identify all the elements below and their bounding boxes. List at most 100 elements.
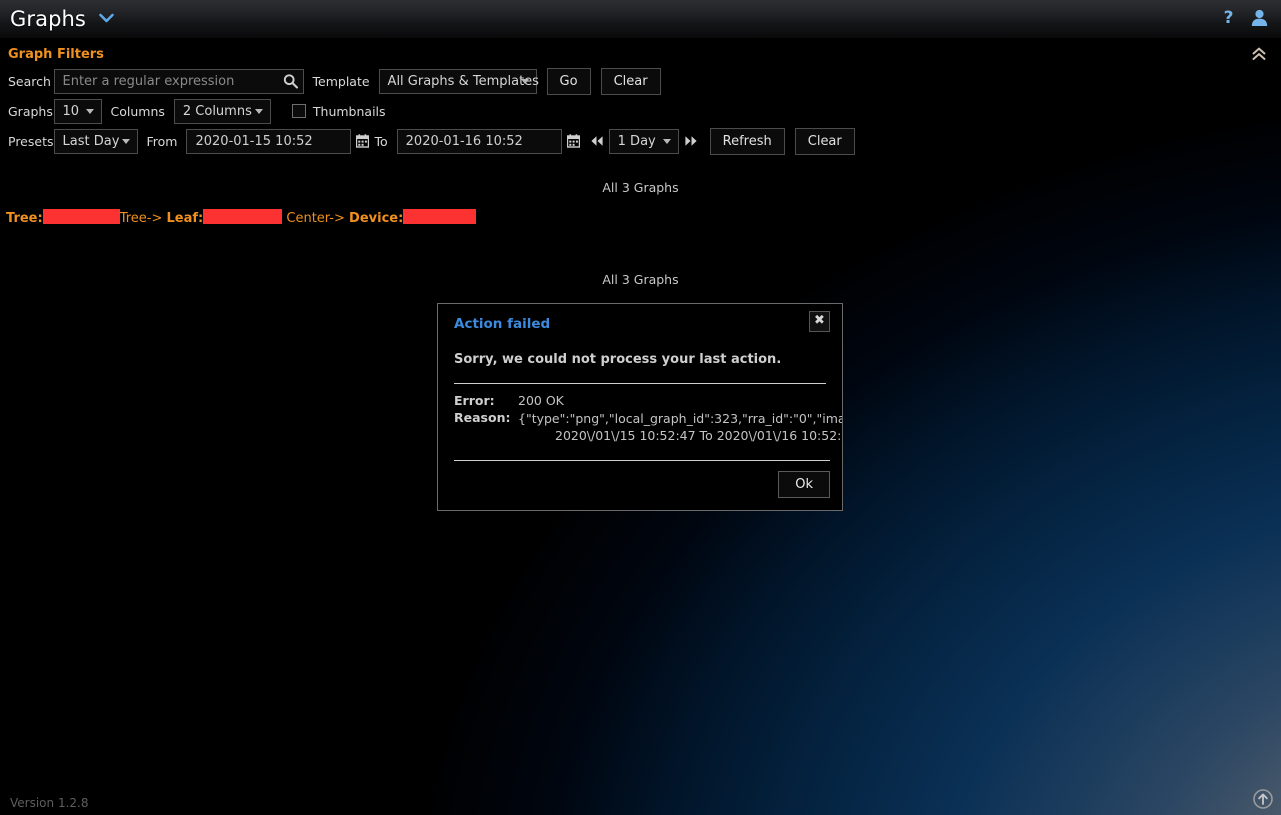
double-arrow-left-icon[interactable] bbox=[590, 135, 604, 147]
calendar-glyph bbox=[356, 134, 370, 148]
arrow-up-circle-icon[interactable] bbox=[1253, 789, 1273, 809]
reason-label: Reason: bbox=[454, 410, 511, 425]
graphs-count-value: 10 bbox=[62, 103, 80, 119]
graphs-count-select[interactable]: 10 bbox=[53, 98, 102, 124]
question-mark-icon[interactable]: ? bbox=[1221, 8, 1236, 31]
graphs-label: Graphs bbox=[8, 103, 53, 119]
dialog-divider-top bbox=[454, 383, 826, 384]
chevron-down-icon[interactable] bbox=[99, 12, 114, 26]
presets-label: Presets bbox=[8, 133, 54, 149]
reason-value: {"type":"png","local_graph_id":323,"rra_… bbox=[518, 410, 842, 446]
filter-controls-table: Search Template bbox=[8, 66, 855, 156]
error-label: Error: bbox=[454, 393, 495, 408]
breadcrumb-tree-value-redacted bbox=[42, 209, 120, 224]
graph-content-area: All 3 Graphs Tree: Tree-> Leaf: Center-> … bbox=[0, 176, 1281, 291]
chevron-down-icon bbox=[254, 109, 263, 114]
calendar-icon[interactable] bbox=[356, 134, 370, 148]
question-mark-glyph: ? bbox=[1224, 8, 1234, 28]
template-select[interactable]: All Graphs & Templates bbox=[378, 68, 539, 94]
version-label: Version 1.2.8 bbox=[10, 796, 89, 810]
reason-line-2: 2020\/01\/15 10:52:47 To 2020\/01\/16 10… bbox=[555, 428, 842, 443]
chevron-down-glyph bbox=[99, 13, 114, 23]
dialog-footer: Ok bbox=[454, 460, 830, 510]
columns-select-value: 2 Columns bbox=[182, 103, 252, 119]
filter-row-graphs: Graphs 10 Columns 2 Columns Thumbnails bbox=[8, 96, 855, 126]
search-cell: Template All Graphs & Templates Go Clear bbox=[53, 66, 855, 96]
breadcrumb-leaf-value-redacted bbox=[203, 209, 283, 224]
page-title: Graphs bbox=[10, 6, 86, 31]
close-x-icon[interactable]: ✖ bbox=[809, 311, 830, 332]
search-icon[interactable] bbox=[283, 74, 298, 89]
search-glyph bbox=[283, 74, 298, 89]
breadcrumb-leaf-arrow: Center-> bbox=[286, 211, 345, 226]
user-profile-glyph bbox=[1251, 9, 1268, 26]
from-label: From bbox=[146, 133, 178, 149]
user-profile-icon[interactable] bbox=[1250, 8, 1269, 31]
chevron-down-icon bbox=[85, 109, 94, 114]
double-chevron-up-icon[interactable] bbox=[1251, 47, 1267, 61]
breadcrumb-device-label: Device: bbox=[349, 211, 404, 226]
template-label: Template bbox=[312, 73, 370, 89]
double-chevron-up-glyph bbox=[1252, 47, 1266, 60]
presets-select-value: Last Day bbox=[62, 133, 120, 149]
navbar-actions: ? bbox=[1221, 8, 1281, 31]
ok-button[interactable]: Ok bbox=[778, 471, 830, 498]
presets-select[interactable]: Last Day bbox=[53, 128, 138, 154]
all-graphs-heading-top: All 3 Graphs bbox=[602, 180, 679, 195]
search-input-wrapper bbox=[53, 68, 304, 94]
search-input[interactable] bbox=[53, 68, 304, 94]
thumbnails-checkbox-box bbox=[291, 104, 306, 118]
search-row: Template All Graphs & Templates Go Clear bbox=[53, 67, 855, 95]
chevron-down-icon bbox=[662, 139, 671, 144]
svg-text:?: ? bbox=[1224, 8, 1234, 27]
interval-select[interactable]: 1 Day bbox=[608, 128, 679, 154]
graph-filters-title: Graph Filters bbox=[8, 46, 104, 62]
calendar-icon[interactable] bbox=[566, 134, 580, 148]
error-detail-table: Error: 200 OK Reason: {"type":"png","loc… bbox=[454, 393, 842, 446]
graph-filters-header: Graph Filters bbox=[0, 38, 1281, 66]
thumbnails-checkbox[interactable]: Thumbnails bbox=[291, 103, 386, 119]
top-navbar: Graphs ? bbox=[0, 0, 1281, 38]
search-label: Search bbox=[8, 73, 51, 89]
graph-filters-panel: Graph Filters Search Enter a regular exp… bbox=[0, 38, 1281, 156]
template-select-value: All Graphs & Templates bbox=[387, 73, 539, 89]
breadcrumb-tree-label: Tree: bbox=[6, 211, 43, 226]
go-button[interactable]: Go bbox=[546, 67, 591, 95]
breadcrumb: Tree: Tree-> Leaf: Center-> Device: bbox=[0, 199, 1281, 234]
dialog-body: Sorry, we could not process your last ac… bbox=[438, 344, 842, 460]
presets-cell: Last Day From 2020-01-15 10:52 To 2020-0… bbox=[53, 126, 855, 156]
double-arrow-right-glyph bbox=[685, 136, 697, 146]
filter-row-presets: Presets Last Day From 2020-01-15 10:52 T… bbox=[8, 126, 855, 156]
filter-row-search: Search Template bbox=[8, 66, 855, 96]
chevron-down-icon bbox=[121, 139, 130, 144]
columns-label: Columns bbox=[110, 103, 165, 119]
double-arrow-left-glyph bbox=[591, 136, 603, 146]
breadcrumb-leaf-label: Leaf: bbox=[166, 211, 204, 226]
from-date-input[interactable] bbox=[186, 128, 352, 154]
graphs-row: 10 Columns 2 Columns Thumbnails bbox=[53, 98, 855, 124]
presets-row: Last Day From 2020-01-15 10:52 To 2020-0… bbox=[53, 127, 855, 155]
clear-button[interactable]: Clear bbox=[600, 67, 661, 95]
thumbnails-label: Thumbnails bbox=[312, 103, 386, 119]
reason-row: Reason: {"type":"png","local_graph_id":3… bbox=[454, 410, 842, 446]
breadcrumb-device-value-redacted bbox=[403, 209, 477, 224]
to-label: To bbox=[374, 133, 388, 149]
calendar-glyph bbox=[566, 134, 580, 148]
arrow-up-circle-glyph bbox=[1253, 789, 1273, 809]
double-arrow-right-icon[interactable] bbox=[684, 135, 698, 147]
action-failed-dialog: Action failed ✖ Sorry, we could not proc… bbox=[437, 303, 843, 511]
error-row: Error: 200 OK bbox=[454, 393, 842, 410]
all-graphs-heading-bottom: All 3 Graphs bbox=[602, 272, 679, 287]
clear-presets-button[interactable]: Clear bbox=[794, 127, 855, 155]
chevron-down-icon bbox=[520, 79, 529, 84]
columns-select[interactable]: 2 Columns bbox=[173, 98, 271, 124]
breadcrumb-tree-arrow: Tree-> bbox=[119, 211, 163, 226]
dialog-title: Action failed bbox=[454, 316, 551, 332]
refresh-button[interactable]: Refresh bbox=[709, 127, 785, 155]
dialog-subtitle: Sorry, we could not process your last ac… bbox=[454, 352, 782, 367]
reason-line-1: {"type":"png","local_graph_id":323,"rra_… bbox=[518, 411, 842, 426]
interval-select-value: 1 Day bbox=[617, 133, 656, 149]
graphs-cell: 10 Columns 2 Columns Thumbnails bbox=[53, 96, 855, 126]
to-date-input[interactable] bbox=[396, 128, 562, 154]
error-value: 200 OK bbox=[518, 393, 564, 408]
